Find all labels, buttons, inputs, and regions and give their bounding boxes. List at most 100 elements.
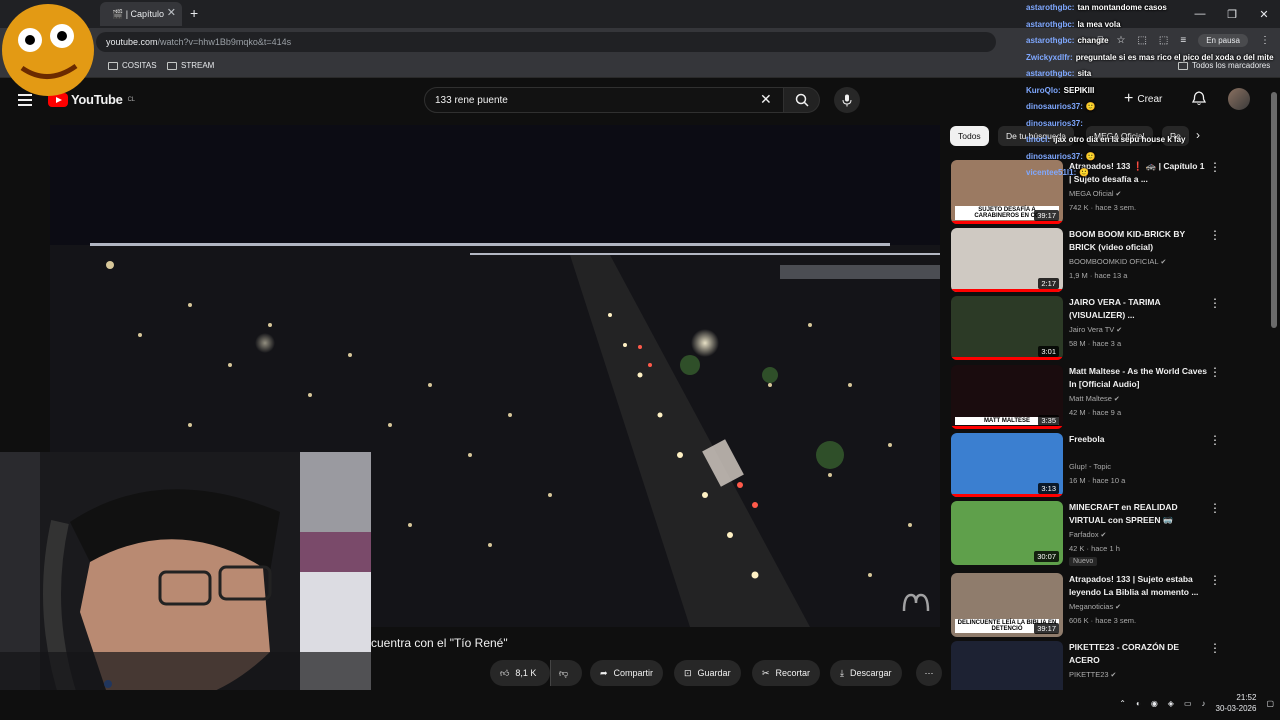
notifications-icon[interactable]: ▢ <box>1266 699 1274 708</box>
watch-progress-bar <box>951 494 1063 497</box>
emote-face-sticker <box>2 4 94 96</box>
chip-all[interactable]: Todos <box>950 126 989 146</box>
video-title[interactable]: MINECRAFT en REALIDAD VIRTUAL con SPREEN… <box>1069 501 1209 527</box>
channel-name[interactable]: MEGA Oficial ✔ <box>1069 189 1121 198</box>
recommended-video[interactable]: 2:17 BOOM BOOM KID-BRICK BY BRICK (video … <box>951 228 1271 292</box>
folder-icon <box>167 61 177 70</box>
chat-message: vicentee51l1: 🙂 <box>1026 165 1276 182</box>
verified-check-icon: ✔ <box>1098 532 1107 539</box>
search-input[interactable]: 133 rene puente <box>424 87 784 113</box>
chat-username: vicentee51l1: <box>1026 168 1077 177</box>
url-input[interactable]: youtube.com/watch?v=hhw1Bb9mqko&t=414s <box>96 32 996 52</box>
channel-name[interactable]: Jairo Vera TV ✔ <box>1069 325 1122 334</box>
verified-check-icon: ✔ <box>1158 259 1167 266</box>
thumbs-down-icon: 👎︎ <box>559 667 569 678</box>
new-badge: Nuevo <box>1069 557 1098 566</box>
video-title[interactable]: BOOM BOOM KID-BRICK BY BRICK (video ofic… <box>1069 228 1209 254</box>
windows-taskbar: ⌃ ◐ ◉ ◈ ▭ ♪ 21:52 30-03-2026 ▢ <box>0 690 1280 720</box>
video-title[interactable]: JAIRO VERA - TARIMA (VISUALIZER) ... <box>1069 296 1209 322</box>
more-actions-button[interactable]: ⋯ <box>916 660 942 686</box>
bookmark-label: COSITAS <box>122 61 157 70</box>
more-options-icon[interactable]: ⋮ <box>1209 573 1221 587</box>
chevron-up-icon[interactable]: ⌃ <box>1119 699 1126 708</box>
clip-button[interactable]: ✂ Recortar <box>752 660 821 686</box>
chat-message: astarothgbc: changre <box>1026 33 1276 50</box>
more-options-icon[interactable]: ⋮ <box>1209 433 1221 447</box>
date: 30-03-2026 <box>1215 704 1257 713</box>
video-thumbnail[interactable]: 2:17 <box>951 228 1063 292</box>
recommended-video[interactable]: 3:01 JAIRO VERA - TARIMA (VISUALIZER) ...… <box>951 296 1271 360</box>
dislike-button[interactable]: 👎︎ <box>550 660 582 686</box>
webcam-person-image <box>0 452 371 720</box>
watch-progress-bar <box>951 289 1063 292</box>
discord-icon[interactable]: ◐ <box>1136 699 1141 708</box>
bookmark-folder-stream[interactable]: STREAM <box>167 61 214 70</box>
chat-message: Zwickyxdlfr: preguntale si es mas rico el… <box>1026 50 1276 67</box>
share-button[interactable]: ➦ Compartir <box>590 660 664 686</box>
chat-username: dinosaurios37: <box>1026 151 1083 161</box>
search-button[interactable] <box>784 87 820 113</box>
channel-name[interactable]: PIKETTE23 ✔ <box>1069 670 1116 679</box>
channel-name[interactable]: Farfadox ✔ <box>1069 530 1106 539</box>
close-tab-icon[interactable]: ✕ <box>167 6 176 19</box>
video-thumbnail[interactable]: 30:07 <box>951 501 1063 565</box>
video-title[interactable]: Freebola <box>1069 433 1209 446</box>
channel-name[interactable]: BOOMBOOMKID OFICIAL ✔ <box>1069 257 1166 266</box>
chat-username: dinosaurios37: <box>1026 118 1083 128</box>
video-thumbnail[interactable]: 3:13 <box>951 433 1063 497</box>
bookmark-folder-cositas[interactable]: COSITAS <box>108 61 157 70</box>
system-tray: ⌃ ◐ ◉ ◈ ▭ ♪ 21:52 30-03-2026 ▢ <box>1119 692 1274 714</box>
video-title[interactable]: Atrapados! 133 | Sujeto estaba leyendo L… <box>1069 573 1209 599</box>
more-options-icon[interactable]: ⋮ <box>1209 501 1221 515</box>
chat-username: Zwickyxdlfr: <box>1026 52 1073 62</box>
search-icon <box>795 93 809 107</box>
channel-name[interactable]: Glup! - Topic <box>1069 462 1111 471</box>
hamburger-menu-icon[interactable] <box>18 94 32 109</box>
voice-search-button[interactable] <box>834 87 860 113</box>
share-icon: ➦ <box>600 667 608 678</box>
recommended-video[interactable]: 30:07 MINECRAFT en REALIDAD VIRTUAL con S… <box>951 501 1271 566</box>
channel-name[interactable]: Meganoticias ✔ <box>1069 602 1121 611</box>
channel-label: Glup! - Topic <box>1069 462 1111 471</box>
clear-search-icon[interactable]: ✕ <box>760 91 772 108</box>
chat-text: 🙂 <box>1079 168 1090 177</box>
recommended-video[interactable]: DELINCUENTE LEÍA LA BIBLIA EN DETENCIÓ 39… <box>951 573 1271 637</box>
video-thumbnail[interactable]: 3:01 <box>951 296 1063 360</box>
video-title: cuentra con el "Tío René" <box>371 636 508 650</box>
duration-badge: 30:07 <box>1034 551 1059 562</box>
video-thumbnail[interactable]: MATT MALTESE 3:35 <box>951 365 1063 429</box>
steam-icon[interactable]: ◉ <box>1151 699 1158 708</box>
video-title[interactable]: PIKETTE23 - CORAZÓN DE ACERO <box>1069 641 1209 667</box>
video-thumbnail[interactable]: DELINCUENTE LEÍA LA BIBLIA EN DETENCIÓ 39… <box>951 573 1063 637</box>
battery-icon[interactable]: ▭ <box>1184 699 1192 708</box>
verified-check-icon: ✔ <box>1113 191 1122 198</box>
channel-name[interactable]: Matt Maltese ✔ <box>1069 394 1120 403</box>
chat-text: la mea vola <box>1077 19 1121 29</box>
duration-badge: 2:17 <box>1038 278 1059 289</box>
download-button[interactable]: ⤓ Descargar <box>830 660 902 686</box>
browser-tab[interactable]: 🎬 | Capítulo ✕ <box>100 2 182 26</box>
network-icon[interactable]: ◈ <box>1168 699 1174 708</box>
more-options-icon[interactable]: ⋮ <box>1209 641 1221 655</box>
more-options-icon[interactable]: ⋮ <box>1209 365 1221 379</box>
chat-username: astarothgbc: <box>1026 19 1075 29</box>
like-count: 8,1 K <box>515 668 537 678</box>
volume-icon[interactable]: ♪ <box>1202 699 1206 708</box>
recommended-video[interactable]: MATT MALTESE 3:35 Matt Maltese - As the Wo… <box>951 365 1271 429</box>
page-scrollbar[interactable] <box>1271 92 1277 328</box>
new-tab-icon[interactable]: + <box>190 5 198 21</box>
channel-label: PIKETTE23 <box>1069 670 1109 679</box>
more-options-icon[interactable]: ⋮ <box>1209 296 1221 310</box>
like-button[interactable]: 👍︎ 8,1 K <box>490 660 550 686</box>
channel-label: BOOMBOOMKID OFICIAL <box>1069 257 1159 266</box>
more-options-icon[interactable]: ⋮ <box>1209 228 1221 242</box>
chat-text: tan montandome casos <box>1077 3 1167 12</box>
video-title[interactable]: Matt Maltese - As the World Caves In [Of… <box>1069 365 1209 391</box>
region-code: CL <box>127 96 135 103</box>
recommended-video[interactable]: 3:13 Freebola Glup! - Topic 16 M · hace 10 … <box>951 433 1271 497</box>
watch-progress-bar <box>951 221 1063 224</box>
clock[interactable]: 21:52 30-03-2026 <box>1216 692 1257 714</box>
duration-badge: 3:01 <box>1038 346 1059 357</box>
save-button[interactable]: ⊡ Guardar <box>674 660 741 686</box>
video-meta: 742 K · hace 3 sem. <box>1069 203 1137 212</box>
